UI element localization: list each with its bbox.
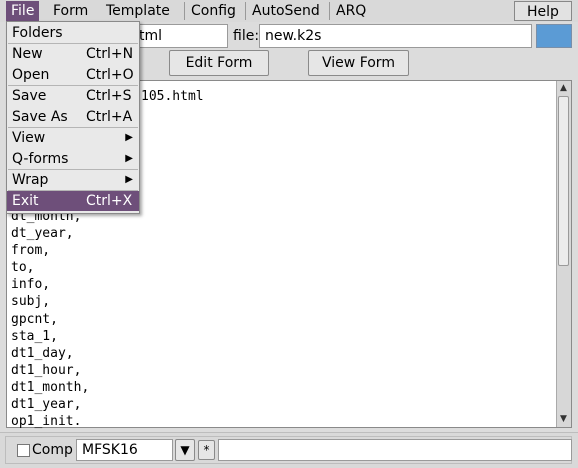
menu-bar: File Form Template Config AutoSend ARQ H…	[0, 0, 578, 22]
menu-item-save-as[interactable]: Save As Ctrl+A	[7, 107, 139, 127]
editor-line: op1_init.	[11, 414, 82, 430]
mode-select[interactable]: MFSK16	[76, 439, 173, 461]
menu-autosend[interactable]: AutoSend	[247, 1, 325, 21]
form-name-field[interactable]: tml	[132, 24, 228, 48]
comp-checkbox[interactable]	[17, 444, 30, 457]
scrollbar-thumb[interactable]	[558, 96, 569, 266]
editor-line: sta_1,	[11, 328, 58, 344]
menu-item-label: View	[12, 130, 46, 146]
shortcut-label: Ctrl+O	[86, 67, 134, 83]
menu-separator	[245, 2, 246, 20]
menu-item-save[interactable]: Save Ctrl+S	[7, 86, 139, 106]
submenu-arrow-icon: ▶	[125, 132, 133, 143]
scroll-up-icon[interactable]: ▲	[557, 82, 570, 95]
scroll-down-icon[interactable]: ▼	[557, 413, 570, 426]
status-message-field[interactable]	[218, 439, 572, 461]
menu-item-label: Save	[12, 88, 47, 104]
file-label: file:	[233, 28, 260, 44]
menu-item-new[interactable]: New Ctrl+N	[7, 44, 139, 64]
file-name-field[interactable]: new.k2s	[259, 24, 532, 48]
menu-separator	[184, 2, 185, 20]
editor-line: dt_year,	[11, 226, 74, 242]
menu-item-label: Folders	[12, 25, 63, 41]
menu-item-label: Save As	[12, 109, 68, 125]
view-form-button[interactable]: View Form	[308, 50, 409, 76]
shortcut-label: Ctrl+X	[86, 193, 133, 209]
menu-config[interactable]: Config	[186, 1, 241, 21]
menu-item-label: Exit	[12, 193, 39, 209]
editor-line: info,	[11, 277, 51, 293]
editor-line: to,	[11, 260, 35, 276]
shortcut-label: Ctrl+N	[86, 46, 134, 62]
submenu-arrow-icon: ▶	[125, 153, 133, 164]
menu-item-label: Wrap	[12, 172, 49, 188]
color-indicator	[536, 24, 572, 48]
menu-arq[interactable]: ARQ	[331, 1, 371, 21]
menu-item-folders[interactable]: Folders	[7, 23, 139, 43]
mode-dropdown-icon[interactable]: ▼	[175, 439, 195, 461]
menu-file[interactable]: File	[6, 1, 40, 21]
menu-item-label: Open	[12, 67, 50, 83]
menu-form[interactable]: Form	[48, 1, 93, 21]
editor-line: dt1_year,	[11, 397, 82, 413]
menu-item-label: New	[12, 46, 43, 62]
editor-line: dt1_month,	[11, 379, 90, 395]
shortcut-label: Ctrl+A	[86, 109, 133, 125]
submenu-arrow-icon: ▶	[125, 174, 133, 185]
comp-label: Comp	[32, 442, 73, 458]
menu-item-exit[interactable]: Exit Ctrl+X	[7, 191, 139, 211]
editor-line: dt1_hour,	[11, 362, 82, 378]
star-button[interactable]: *	[198, 440, 215, 460]
menu-item-label: Q-forms	[12, 151, 69, 167]
editor-line: from,	[11, 243, 51, 259]
menu-item-open[interactable]: Open Ctrl+O	[7, 65, 139, 85]
shortcut-label: Ctrl+S	[86, 88, 132, 104]
menu-item-wrap[interactable]: Wrap ▶	[7, 170, 139, 190]
menu-item-view[interactable]: View ▶	[7, 128, 139, 148]
editor-lines: dt_month, dt_year, from, to, info, subj, gpcnt…	[11, 208, 89, 430]
editor-line: gpcnt,	[11, 311, 58, 327]
editor-first-line: 105.html	[141, 89, 204, 104]
edit-form-button[interactable]: Edit Form	[169, 50, 269, 76]
menu-item-qforms[interactable]: Q-forms ▶	[7, 149, 139, 169]
menu-help[interactable]: Help	[514, 1, 572, 21]
editor-line: subj,	[11, 294, 51, 310]
menu-template[interactable]: Template	[101, 1, 175, 21]
editor-line: dt1_day,	[11, 345, 74, 361]
menu-separator	[329, 2, 330, 20]
